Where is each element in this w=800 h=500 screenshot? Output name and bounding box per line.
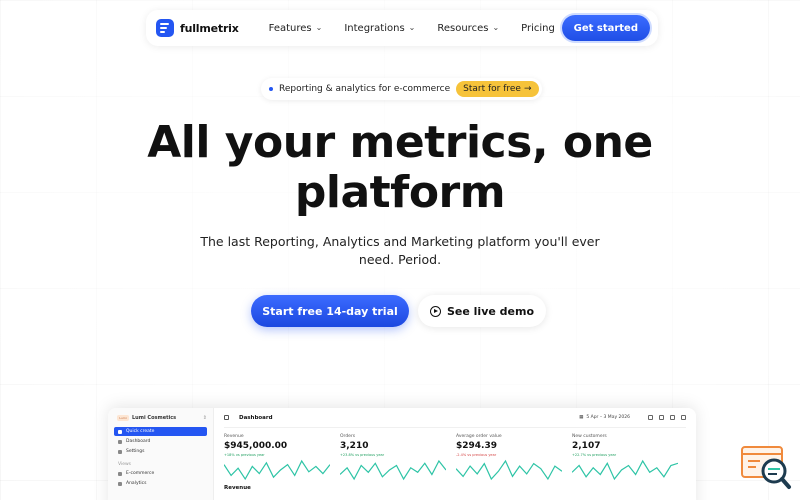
- sidebar-toggle-icon[interactable]: [224, 415, 229, 420]
- calendar-icon: ▦: [579, 415, 584, 420]
- chevron-down-icon: ⌄: [492, 22, 500, 32]
- sparkline: [456, 459, 562, 481]
- metric-card-revenue[interactable]: Revenue $945,000.00 +18% vs previous yea…: [224, 434, 330, 481]
- start-for-free-button[interactable]: Start for free →: [456, 81, 539, 97]
- nav-menu: Features ⌄ Integrations ⌄ Resources ⌄ Pr…: [269, 23, 555, 34]
- refresh-icon[interactable]: [659, 415, 664, 420]
- chevron-down-icon: ⌄: [315, 22, 323, 32]
- section-heading: Revenue: [224, 485, 251, 491]
- date-range-picker[interactable]: ▦ 5 Apr – 3 May 2026: [579, 415, 630, 420]
- workspace-switcher[interactable]: Lumi Lumi Cosmetics ⇕: [114, 415, 207, 421]
- see-live-demo-button[interactable]: See live demo: [418, 295, 546, 327]
- plus-icon: [118, 429, 122, 434]
- analytics-icon: [118, 481, 122, 486]
- share-icon[interactable]: [670, 415, 675, 420]
- sparkline: [340, 459, 446, 481]
- nav-item-resources[interactable]: Resources ⌄: [437, 23, 499, 34]
- dashboard-icon: [118, 439, 122, 444]
- sidebar-section-label: Views: [118, 462, 132, 467]
- gear-icon: [118, 449, 122, 454]
- sidebar-item-ecommerce[interactable]: E-commerce: [114, 469, 207, 478]
- play-circle-icon: [429, 305, 441, 317]
- metric-card-orders[interactable]: Orders 3,210 +23.8% vs previous year: [340, 434, 446, 481]
- sidebar-item-dashboard[interactable]: Dashboard: [114, 437, 207, 446]
- nav-item-features[interactable]: Features ⌄: [269, 23, 323, 34]
- metric-cards: Revenue $945,000.00 +18% vs previous yea…: [224, 428, 686, 481]
- dashboard-sidebar: Lumi Lumi Cosmetics ⇕ Quick create Dashb…: [108, 408, 214, 500]
- chevron-updown-icon: ⇕: [202, 415, 207, 421]
- announcement-badge: Reporting & analytics for e-commerce Sta…: [261, 78, 542, 100]
- navbar: fullmetrix Features ⌄ Integrations ⌄ Res…: [146, 10, 658, 46]
- metric-card-aov[interactable]: Average order value $294.39 -2.4% vs pre…: [456, 434, 562, 481]
- nav-item-pricing[interactable]: Pricing: [521, 23, 555, 34]
- brand-logo[interactable]: fullmetrix: [156, 19, 239, 37]
- sparkline-line: [572, 459, 678, 481]
- dashboard-title: Dashboard: [239, 414, 273, 421]
- workspace-logo: Lumi: [117, 415, 129, 421]
- sparkline-line: [340, 459, 446, 481]
- sparkline-line: [224, 459, 330, 481]
- dashboard-main: Dashboard ▦ 5 Apr – 3 May 2026 Revenue $…: [214, 408, 696, 500]
- dashboard-topbar: Dashboard ▦ 5 Apr – 3 May 2026: [224, 408, 686, 428]
- sparkline: [224, 459, 330, 481]
- hero-subtitle: The last Reporting, Analytics and Market…: [200, 234, 600, 267]
- sidebar-item-analytics[interactable]: Analytics: [114, 479, 207, 488]
- support-chat-icon[interactable]: [740, 445, 792, 491]
- fullscreen-icon[interactable]: [648, 415, 653, 420]
- dashboard-preview: Lumi Lumi Cosmetics ⇕ Quick create Dashb…: [108, 408, 696, 500]
- arrow-right-icon: →: [523, 84, 532, 94]
- sidebar-item-settings[interactable]: Settings: [114, 447, 207, 456]
- toolbar: [648, 415, 686, 420]
- logo-icon: [156, 19, 174, 37]
- get-started-button[interactable]: Get started: [561, 15, 650, 41]
- brand-name: fullmetrix: [180, 21, 239, 35]
- chevron-down-icon: ⌄: [408, 22, 416, 32]
- metric-card-new-customers[interactable]: New customers 2,107 +22.7% vs previous y…: [572, 434, 678, 481]
- badge-text: Reporting & analytics for e-commerce: [279, 84, 451, 94]
- page-title: All your metrics, one platform: [147, 117, 653, 218]
- sparkline-line: [456, 459, 562, 481]
- more-icon[interactable]: [681, 415, 686, 420]
- dot-icon: [269, 87, 273, 91]
- start-trial-button[interactable]: Start free 14-day trial: [251, 295, 409, 327]
- cart-icon: [118, 471, 122, 476]
- sidebar-item-quick-create[interactable]: Quick create: [114, 427, 207, 436]
- nav-item-integrations[interactable]: Integrations ⌄: [344, 23, 415, 34]
- sparkline: [572, 459, 678, 481]
